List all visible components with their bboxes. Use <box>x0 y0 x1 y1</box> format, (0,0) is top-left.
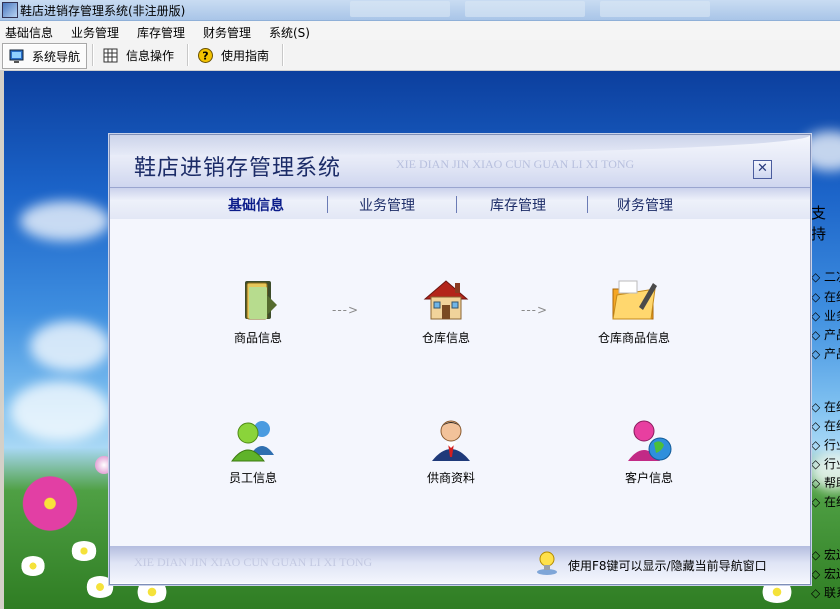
tab-business[interactable]: 业务管理 <box>359 195 415 215</box>
close-icon: ✕ <box>757 161 768 176</box>
side-list-item[interactable]: ◇ 产品 <box>811 345 840 362</box>
side-list-item[interactable]: ◇ 二次 <box>811 268 840 285</box>
module-supplier-info[interactable]: 供商资料 <box>391 415 511 486</box>
menu-bar: 基础信息 业务管理 库存管理 财务管理 系统(S) <box>0 21 840 40</box>
module-employee-info[interactable]: 员工信息 <box>193 415 313 486</box>
tab-separator <box>456 196 457 213</box>
module-label: 员工信息 <box>228 471 277 485</box>
side-list-item[interactable]: ◇ 业务 <box>811 307 840 324</box>
system-nav-button[interactable]: 系统导航 <box>2 43 88 69</box>
businessman-icon <box>426 415 476 465</box>
cloud <box>30 321 110 371</box>
house-icon <box>421 275 471 325</box>
blurred-window-tab <box>600 1 710 17</box>
dialog-header: 鞋店进销存管理系统 XIE DIAN JIN XIAO CUN GUAN LI … <box>110 135 810 187</box>
svg-text:?: ? <box>202 49 208 62</box>
title-bar: 鞋店进销存管理系统(非注册版) <box>0 0 840 21</box>
help-icon: ? <box>198 47 213 63</box>
navigation-dialog: 鞋店进销存管理系统 XIE DIAN JIN XIAO CUN GUAN LI … <box>109 134 811 585</box>
module-label: 仓库信息 <box>421 331 470 345</box>
toolbar-separator <box>92 44 94 66</box>
module-label: 供商资料 <box>426 471 475 485</box>
menu-basic-info[interactable]: 基础信息 <box>5 24 53 41</box>
side-list-item[interactable]: ◇ 宏边 <box>811 546 840 563</box>
close-button[interactable]: ✕ <box>753 160 772 179</box>
toolbar-separator <box>187 44 189 66</box>
module-label: 客户信息 <box>624 471 673 485</box>
app-icon <box>2 2 18 18</box>
menu-system[interactable]: 系统(S) <box>269 24 310 41</box>
daisy-flower <box>70 541 98 561</box>
footer-watermark: XIE DIAN JIN XIAO CUN GUAN LI XI TONG <box>134 555 373 569</box>
tab-separator <box>327 196 328 213</box>
module-warehouse-goods-info[interactable]: 仓库商品信息 <box>574 275 694 346</box>
module-warehouse-info[interactable]: 仓库信息 <box>386 275 506 346</box>
info-ops-button[interactable]: 信息操作 <box>97 43 180 67</box>
globe-users-icon <box>624 415 674 465</box>
user-guide-button[interactable]: ? 使用指南 <box>192 43 275 67</box>
user-guide-label: 使用指南 <box>221 48 270 63</box>
side-list-item[interactable]: ◇ 帮助 <box>811 474 840 491</box>
tab-finance[interactable]: 财务管理 <box>617 195 673 215</box>
lightbulb-icon <box>536 550 558 576</box>
left-border <box>0 71 4 609</box>
system-nav-label: 系统导航 <box>32 49 81 64</box>
dialog-subtitle: XIE DIAN JIN XIAO CUN GUAN LI XI TONG <box>396 157 635 171</box>
toolbar: 系统导航 信息操作 ? 使用指南 <box>0 40 840 71</box>
blurred-window-tab <box>465 1 585 17</box>
side-list-item[interactable]: ◇ 在约 <box>811 398 840 415</box>
dialog-title: 鞋店进销存管理系统 <box>134 156 342 181</box>
dialog-footer: XIE DIAN JIN XIAO CUN GUAN LI XI TONG 使用… <box>110 546 810 583</box>
tab-separator <box>587 196 588 213</box>
side-list-item[interactable]: ◇ 联系 <box>811 584 840 601</box>
module-goods-info[interactable]: 商品信息 <box>198 275 318 346</box>
side-list-item[interactable]: ◇ 行业 <box>811 436 840 453</box>
side-list-item[interactable]: ◇ 行业 <box>811 455 840 472</box>
module-label: 仓库商品信息 <box>597 331 670 345</box>
side-list-item[interactable]: ◇ 宏边 <box>811 565 840 582</box>
tab-inventory[interactable]: 库存管理 <box>490 195 546 215</box>
grid-icon <box>103 48 118 63</box>
side-panel-title: 支持 <box>811 204 827 243</box>
folder-icon <box>233 275 283 325</box>
side-list-item[interactable]: ◇ 在约 <box>811 493 840 510</box>
flow-arrow: ---> <box>521 303 549 317</box>
users-icon <box>228 415 278 465</box>
side-list-item[interactable]: ◇ 在约 <box>811 288 840 305</box>
blurred-window-tab <box>350 1 450 17</box>
toolbar-separator <box>282 44 284 66</box>
menu-business[interactable]: 业务管理 <box>71 24 119 41</box>
menu-inventory[interactable]: 库存管理 <box>137 24 185 41</box>
side-list-item[interactable]: ◇ 在约 <box>811 417 840 434</box>
cloud <box>20 201 110 241</box>
daisy-flower <box>20 556 46 576</box>
monitor-icon <box>9 49 24 64</box>
footer-hint: 使用F8键可以显示/隐藏当前导航窗口 <box>568 559 767 573</box>
window-title: 鞋店进销存管理系统(非注册版) <box>20 4 186 18</box>
folder-pen-icon <box>609 275 659 325</box>
module-label: 商品信息 <box>233 331 282 345</box>
tab-basic-info[interactable]: 基础信息 <box>228 195 284 215</box>
menu-finance[interactable]: 财务管理 <box>203 24 251 41</box>
dialog-tab-bar: 基础信息 业务管理 库存管理 财务管理 <box>110 187 810 220</box>
flow-arrow: ---> <box>332 303 360 317</box>
dialog-body: 商品信息 ---> 仓库信息 ---> 仓库商品信息 员工信息 供商资料 客户信… <box>110 219 810 546</box>
pink-flower <box>15 476 85 531</box>
cloud <box>10 381 110 441</box>
module-customer-info[interactable]: 客户信息 <box>589 415 709 486</box>
side-list-item[interactable]: ◇ 产品 <box>811 326 840 343</box>
info-ops-label: 信息操作 <box>126 48 175 63</box>
